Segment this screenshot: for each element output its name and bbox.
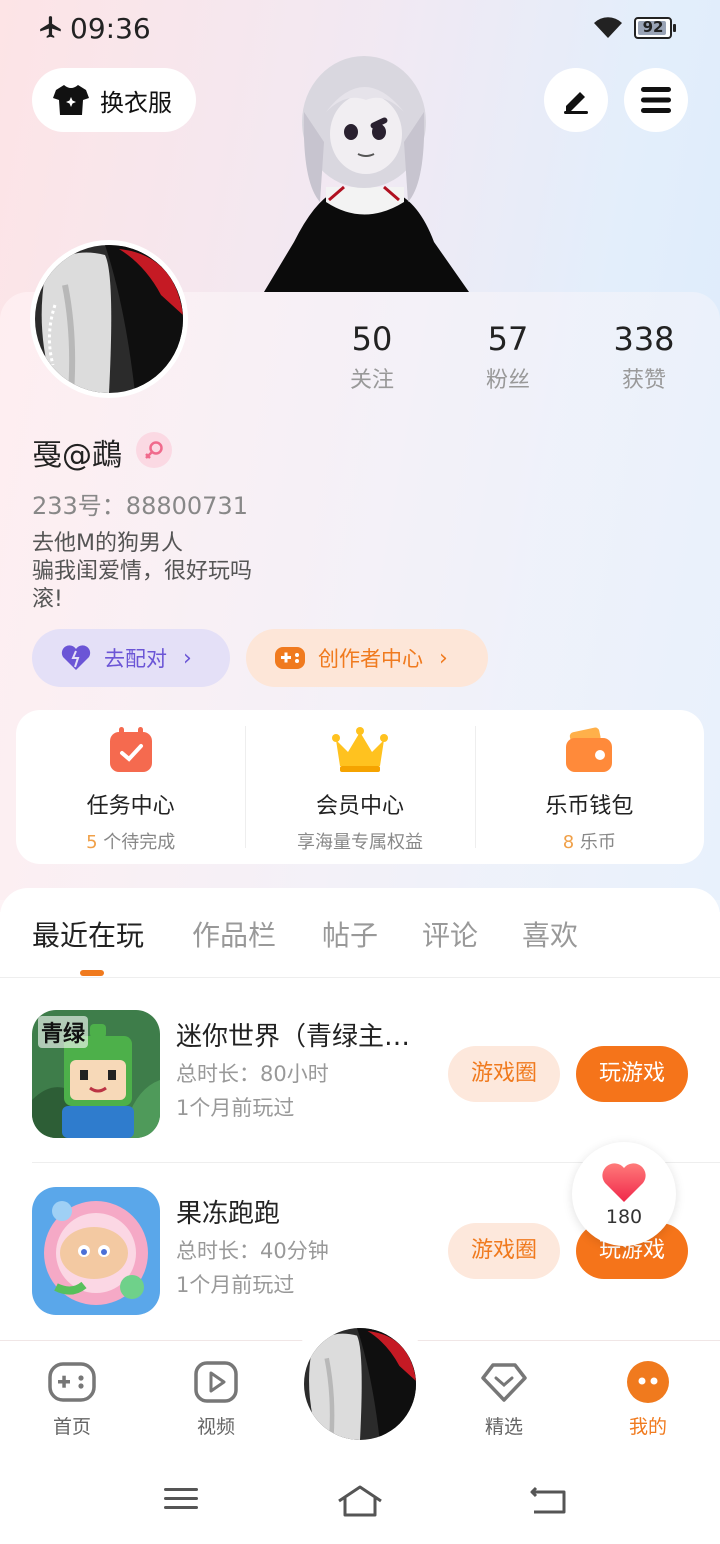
stat-following[interactable]: 50 关注: [312, 320, 432, 394]
vip-center-sub: 享海量专属权益: [296, 832, 423, 853]
stat-likes-label: 获赞: [621, 368, 666, 393]
nickname: 戞@鵡: [32, 438, 122, 473]
task-center-title: 任务中心: [86, 794, 175, 819]
creator-center-button[interactable]: 创作者中心 ›: [246, 629, 488, 687]
avatar-character-figure: [264, 56, 469, 292]
nav-home-label: 首页: [52, 1416, 91, 1438]
battery-level: 92: [642, 18, 664, 36]
stat-likes-count: 338: [613, 320, 675, 358]
wallet-sub: 8 乐币: [562, 832, 616, 853]
game-circle-button[interactable]: 游戏圈: [448, 1223, 560, 1279]
female-gender-icon: [136, 432, 172, 468]
match-button[interactable]: 去配对 ›: [32, 629, 230, 687]
nav-mine[interactable]: 我的: [600, 1360, 696, 1439]
game-duration: 总时长：40分钟: [176, 1239, 329, 1263]
vip-center-entry[interactable]: 会员中心 享海量专属权益: [245, 710, 474, 864]
match-label: 去配对: [104, 647, 167, 671]
clock: 09:36: [70, 12, 151, 45]
recent-apps-icon[interactable]: [162, 1484, 200, 1514]
game-last-played: 1个月前玩过: [176, 1096, 295, 1120]
wallet-icon: [566, 727, 613, 772]
stat-following-label: 关注: [349, 368, 394, 393]
wallet-entry[interactable]: 乐币钱包 8 乐币: [474, 710, 704, 864]
game-icon-jelly-run[interactable]: [32, 1187, 160, 1315]
heart-icon: [61, 645, 91, 670]
like-float-button[interactable]: 180: [572, 1142, 676, 1246]
game-icon-text: 青绿: [38, 1016, 89, 1048]
vip-center-title: 会员中心: [315, 794, 404, 819]
play-game-button[interactable]: 玩游戏: [576, 1046, 688, 1102]
game-circle-button[interactable]: 游戏圈: [448, 1046, 560, 1102]
status-bar: 09:36 92: [0, 0, 720, 58]
profile-avatar[interactable]: [30, 240, 188, 398]
gamepad-icon: [275, 647, 305, 669]
tab-comments[interactable]: 评论: [422, 914, 478, 954]
home-icon[interactable]: [336, 1484, 384, 1518]
wifi-icon: [594, 17, 622, 38]
bio-line: 去他M的狗男人: [32, 531, 183, 556]
tab-bar: 最近在玩 作品栏 帖子 评论 喜欢: [0, 888, 720, 978]
stat-likes[interactable]: 338 获赞: [584, 320, 704, 394]
avatar-image: [35, 245, 183, 393]
tab-likes[interactable]: 喜欢: [522, 914, 578, 954]
stat-following-count: 50: [351, 320, 393, 358]
chevron-right-icon: ›: [183, 645, 192, 671]
profile-face-icon: [627, 1361, 669, 1403]
diamond-heart-icon: [481, 1363, 527, 1402]
stat-followers-label: 粉丝: [485, 368, 530, 393]
nav-video[interactable]: 视频: [168, 1360, 264, 1439]
edit-profile-button[interactable]: [544, 68, 608, 132]
task-center-sub: 5 个待完成: [86, 832, 176, 853]
nav-video-label: 视频: [196, 1416, 235, 1438]
tab-recently-played[interactable]: 最近在玩: [32, 914, 144, 954]
back-icon[interactable]: [528, 1484, 568, 1516]
menu-button[interactable]: [624, 68, 688, 132]
quick-entry-card: 任务中心 5 个待完成 会员中心 享海量专属权益 乐币钱包 8 乐币: [16, 710, 704, 864]
game-last-played: 1个月前玩过: [176, 1273, 295, 1297]
pen-icon: [564, 92, 588, 114]
game-duration: 总时长：80小时: [176, 1062, 329, 1086]
tab-posts[interactable]: 帖子: [322, 914, 378, 954]
airplane-mode-icon: [40, 16, 61, 38]
user-id: 233号：88800731: [32, 492, 248, 520]
bio-line: 滚!: [32, 587, 63, 612]
stat-followers-count: 57: [487, 320, 529, 358]
nav-home[interactable]: 首页: [24, 1360, 120, 1439]
game-name[interactable]: 迷你世界（青绿主…: [176, 1016, 436, 1053]
game-name[interactable]: 果冻跑跑: [176, 1193, 436, 1230]
bio-line: 骗我闺爱情，很好玩吗: [32, 559, 253, 584]
gamepad-icon: [48, 1362, 96, 1402]
battery-icon: 92: [634, 17, 676, 39]
task-center-entry[interactable]: 任务中心 5 个待完成: [16, 710, 245, 864]
tshirt-icon: [53, 85, 89, 115]
change-outfit-label: 换衣服: [100, 88, 172, 117]
avatar-image: [304, 1328, 416, 1440]
like-count: 180: [605, 1206, 643, 1228]
video-play-icon: [194, 1361, 238, 1403]
wallet-title: 乐币钱包: [545, 794, 634, 819]
game-icon-mini-world[interactable]: 青绿: [32, 1010, 160, 1138]
change-outfit-button[interactable]: 换衣服: [32, 68, 196, 132]
chevron-right-icon: ›: [439, 645, 448, 671]
menu-icon: [641, 87, 671, 113]
nav-featured-label: 精选: [484, 1416, 523, 1438]
tab-works[interactable]: 作品栏: [192, 914, 276, 954]
creator-center-label: 创作者中心: [318, 647, 423, 671]
bio: 去他M的狗男人 骗我闺爱情，很好玩吗 滚!: [32, 530, 252, 614]
crown-icon: [331, 727, 388, 772]
heart-icon: [602, 1163, 646, 1202]
nav-center-avatar[interactable]: [304, 1328, 416, 1440]
nav-featured[interactable]: 精选: [456, 1360, 552, 1439]
nav-mine-label: 我的: [628, 1416, 667, 1438]
stat-followers[interactable]: 57 粉丝: [448, 320, 568, 394]
active-tab-indicator: [80, 970, 104, 976]
calendar-check-icon: [109, 727, 152, 772]
game-row[interactable]: 青绿 迷你世界（青绿主… 总时长：80小时 1个月前玩过 游戏圈 玩游戏: [0, 980, 720, 1156]
